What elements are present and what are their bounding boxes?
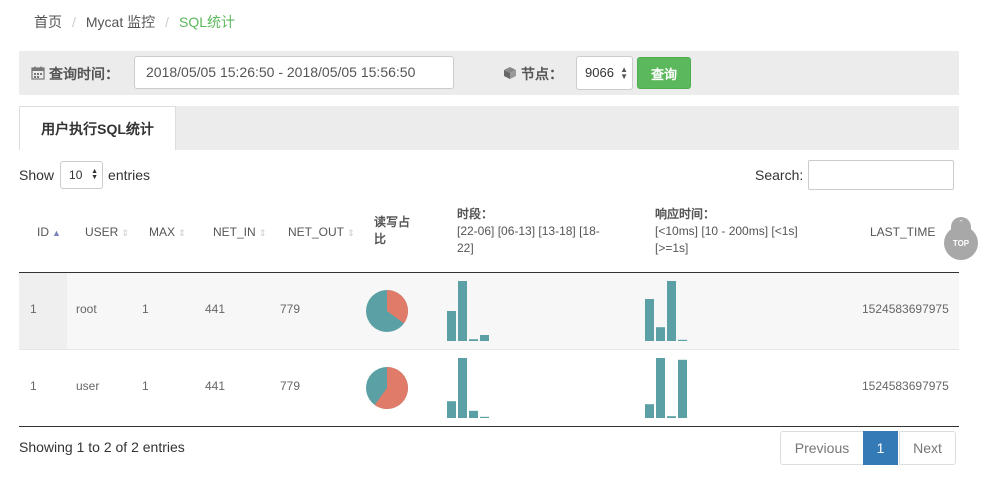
tab-bar: 用户执行SQL统计	[19, 106, 959, 150]
pagination: Previous 1 Next	[780, 431, 956, 465]
query-bar: 查询时间： 2018/05/05 15:26:50 - 2018/05/05 1…	[19, 51, 959, 95]
column-header-period: 时段： [22-06] [06-13] [13-18] [18- 22]	[457, 207, 600, 255]
breadcrumb-separator: /	[72, 14, 76, 30]
sort-icon: ⇕	[121, 228, 129, 238]
period-bar	[469, 339, 478, 341]
cube-icon	[503, 66, 517, 83]
breadcrumb-separator: /	[165, 14, 170, 30]
show-entries: Show 10 ▲ ▼ entries	[19, 161, 150, 189]
response-time-bar-chart	[645, 358, 687, 418]
resp-bar	[678, 339, 687, 341]
breadcrumb-home[interactable]: 首页	[34, 12, 62, 32]
tab-user-sql-stats[interactable]: 用户执行SQL统计	[19, 106, 176, 150]
resp-bar	[667, 281, 676, 341]
cell-user: root	[76, 302, 97, 316]
cell-net-out: 779	[280, 302, 301, 316]
cell-id: 1	[30, 302, 37, 316]
node-label: 节点：	[503, 64, 563, 84]
column-header-rw-ratio: 读写占比	[374, 215, 411, 246]
previous-button[interactable]: Previous	[780, 431, 864, 465]
column-header-user[interactable]: USER ⇕	[85, 225, 129, 239]
sort-icon: ⇕	[258, 228, 267, 238]
breadcrumb-current: SQL统计	[179, 14, 236, 30]
page-size-select[interactable]: 10 ▲ ▼	[60, 161, 104, 189]
period-bar-chart	[447, 281, 489, 341]
response-time-bar-chart	[645, 281, 687, 341]
column-header-last-time[interactable]: LAST_TIME	[870, 225, 935, 239]
time-range-input[interactable]: 2018/05/05 15:26:50 - 2018/05/05 15:56:5…	[134, 56, 454, 89]
search: Search:	[755, 160, 955, 190]
sql-stats-table: ID ▲ USER ⇕ MAX ⇕ NET_IN ⇕ NET_OUT ⇕ 读写占比 时段：…	[19, 200, 959, 427]
cell-max: 1	[142, 302, 149, 316]
period-bar	[447, 401, 456, 418]
resp-bar	[645, 404, 654, 418]
resp-bar	[656, 327, 665, 341]
cell-net-in: 441	[205, 302, 226, 316]
table-row: 1 user 1 441 779 1524583697975	[19, 350, 959, 427]
time-label: 查询时间：	[31, 64, 119, 84]
page-1-button[interactable]: 1	[863, 431, 898, 465]
resp-bar	[678, 359, 687, 418]
breadcrumb-monitor[interactable]: Mycat 监控	[86, 12, 155, 32]
table-row: 1 root 1 441 779 1524583697975	[19, 273, 959, 350]
table-header: ID ▲ USER ⇕ MAX ⇕ NET_IN ⇕ NET_OUT ⇕ 读写占比 时段：…	[19, 200, 959, 273]
cell-net-in: 441	[205, 379, 226, 393]
period-bar	[447, 311, 456, 341]
select-arrows-icon: ▲ ▼	[620, 65, 628, 81]
period-bar-chart	[447, 358, 489, 418]
sort-icon: ⇕	[347, 228, 355, 238]
period-bar	[480, 416, 489, 418]
period-bar	[458, 281, 467, 341]
table-info: Showing 1 to 2 of 2 entries	[19, 439, 185, 455]
resp-bar	[656, 358, 665, 418]
search-input[interactable]	[808, 160, 955, 190]
period-bar	[480, 335, 489, 341]
next-button[interactable]: Next	[899, 431, 956, 465]
rw-ratio-pie-chart	[366, 290, 408, 332]
cell-user: user	[76, 379, 100, 393]
column-header-net-out[interactable]: NET_OUT ⇕	[288, 225, 355, 239]
column-header-id[interactable]: ID ▲	[37, 225, 61, 239]
rw-ratio-pie-chart	[366, 367, 408, 409]
column-header-response-time: 响应时间： [<10ms] [10 - 200ms] [<1s] [>=1s]	[655, 207, 798, 255]
cell-last-time: 1524583697975	[862, 379, 949, 393]
query-button[interactable]: 查询	[637, 57, 691, 89]
cell-net-out: 779	[280, 379, 301, 393]
resp-bar	[645, 299, 654, 341]
resp-bar	[667, 416, 676, 418]
sort-asc-icon: ▲	[52, 228, 61, 238]
sort-icon: ⇕	[178, 228, 186, 238]
node-select[interactable]: 9066 ▲ ▼	[576, 56, 633, 90]
select-arrows-icon: ▲ ▼	[91, 168, 99, 181]
calendar-icon	[31, 66, 45, 83]
cell-id: 1	[30, 379, 37, 393]
cell-max: 1	[142, 379, 149, 393]
back-to-top-button[interactable]: TOP	[944, 226, 978, 260]
period-bar	[469, 410, 478, 418]
column-header-max[interactable]: MAX ⇕	[149, 225, 186, 239]
column-header-net-in[interactable]: NET_IN ⇕	[213, 225, 266, 239]
cell-last-time: 1524583697975	[862, 302, 949, 316]
breadcrumb: 首页 / Mycat 监控 / SQL统计	[34, 12, 235, 32]
period-bar	[458, 358, 467, 418]
